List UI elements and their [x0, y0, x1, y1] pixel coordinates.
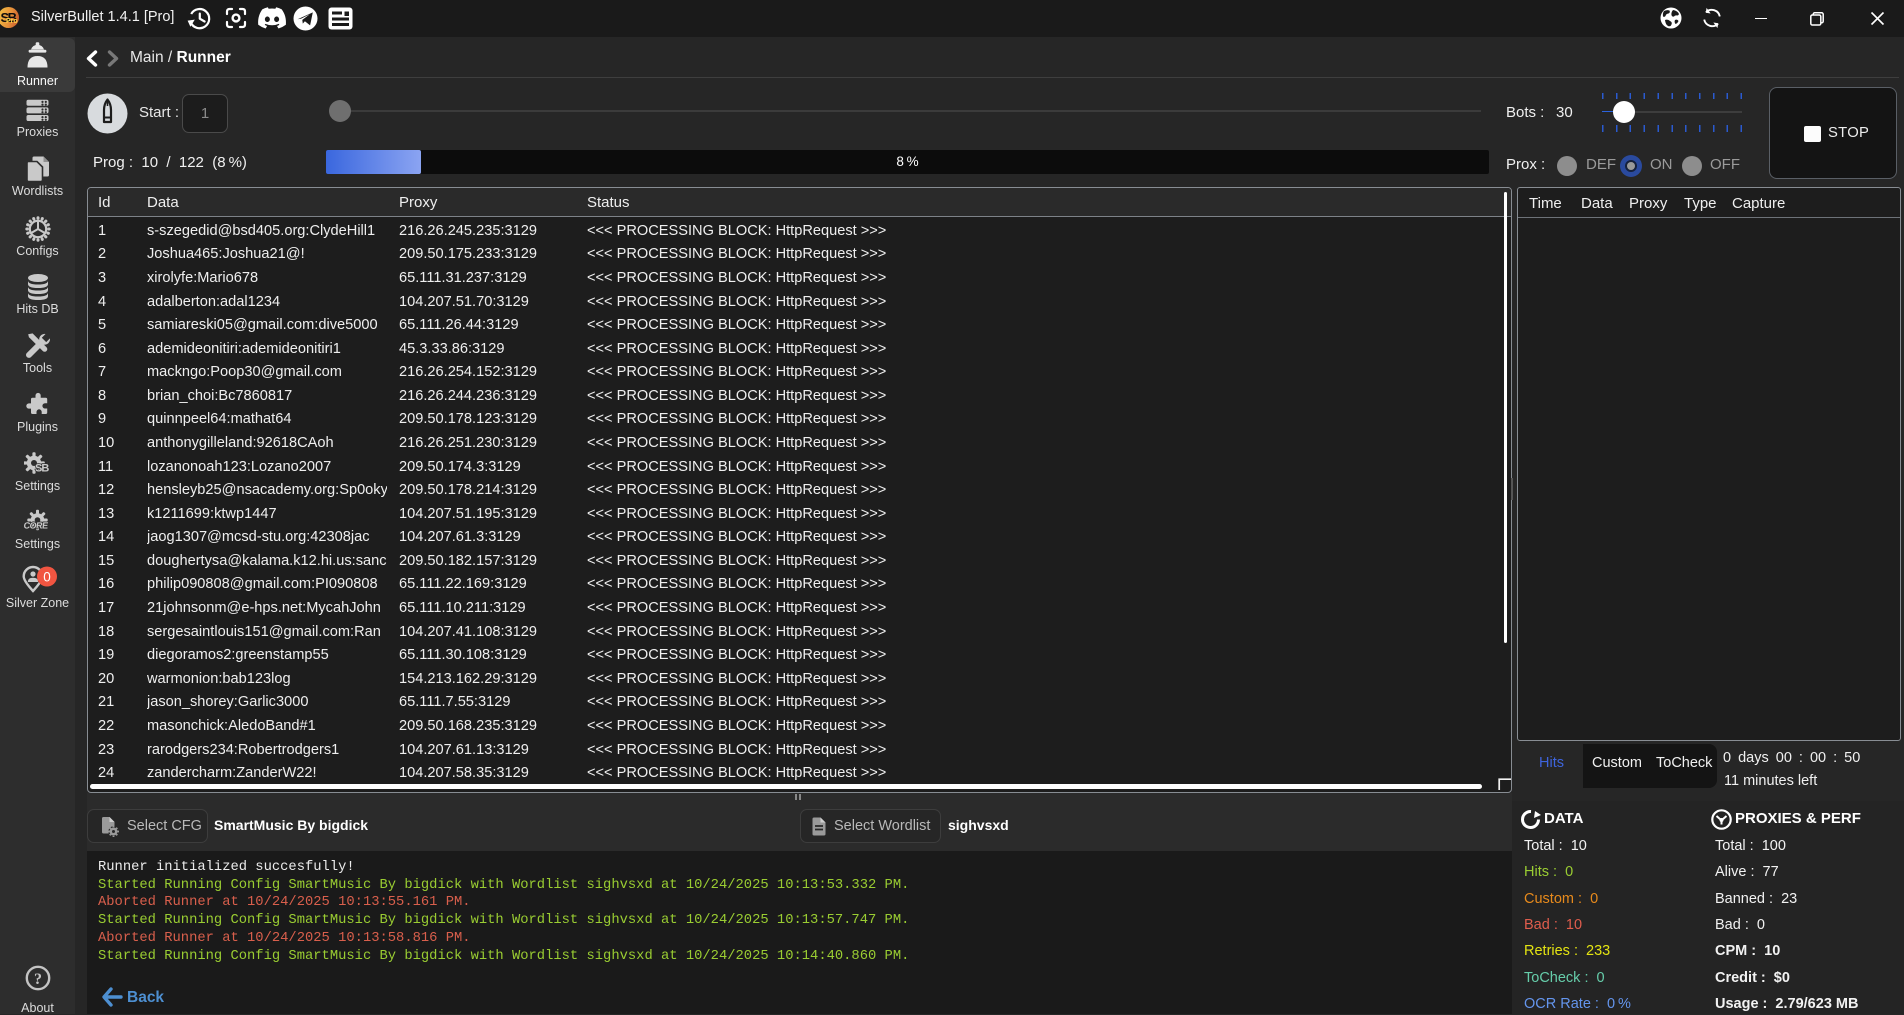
svg-text:?: ? [34, 971, 42, 988]
svg-text:0: 0 [43, 569, 51, 584]
svg-text:CORE: CORE [24, 521, 49, 531]
svg-text:SB: SB [35, 463, 49, 475]
